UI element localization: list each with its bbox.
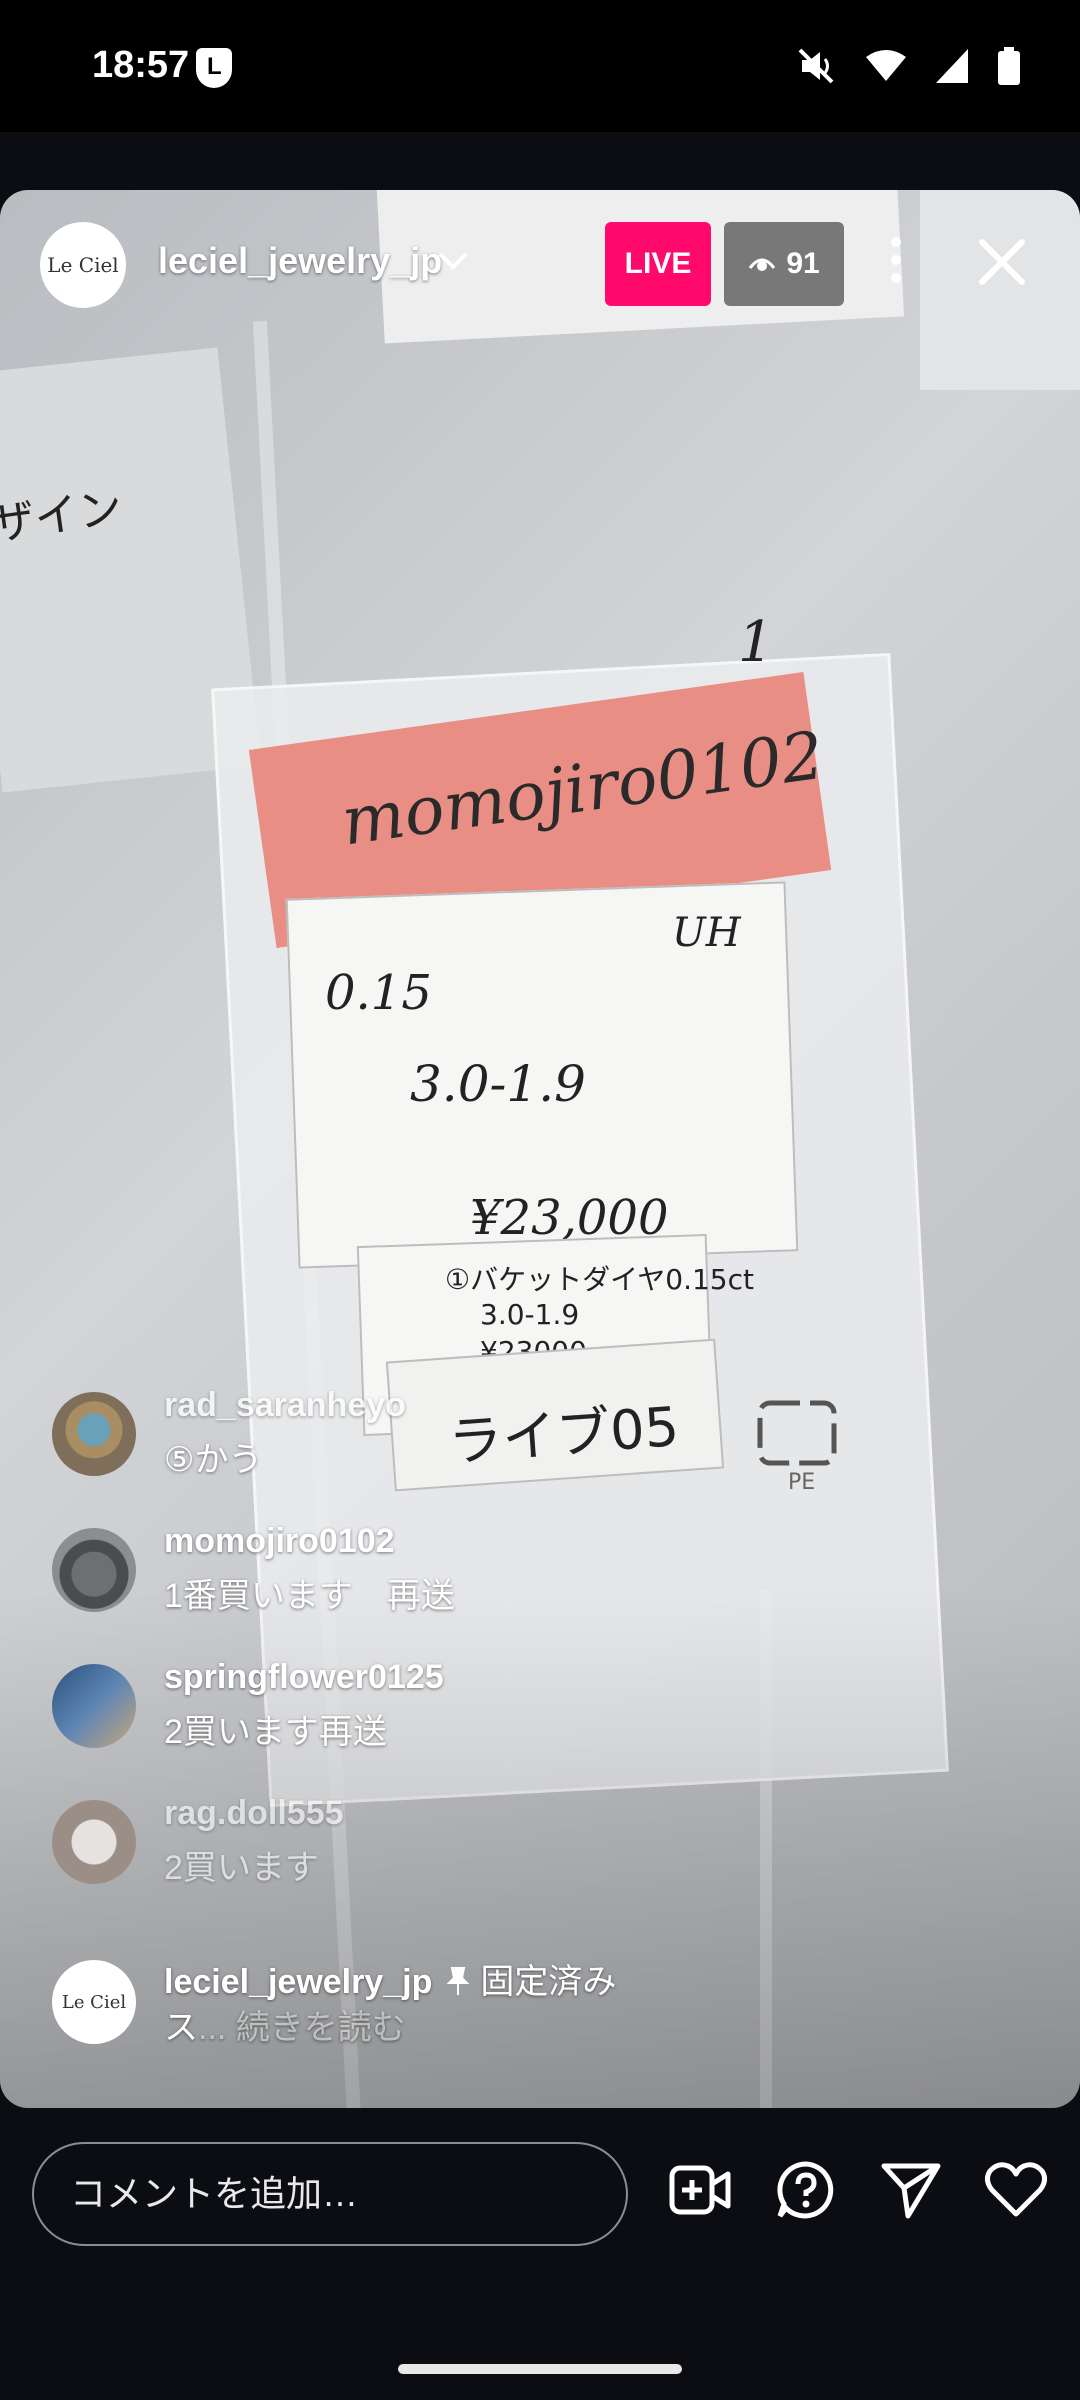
status-bar: 18:57 xyxy=(0,0,1080,132)
comment-item: rad_saranheyo ⑤かう xyxy=(52,1386,952,1486)
card-code: UH xyxy=(672,910,741,956)
battery-icon xyxy=(998,47,1020,85)
status-icons xyxy=(796,46,1020,86)
pinned-comment[interactable]: Le Ciel leciel_jewelry_jp 固定済み ス... 続きを読む xyxy=(52,1954,952,2054)
add-video-icon[interactable] xyxy=(668,2160,734,2220)
avatar[interactable] xyxy=(52,1664,136,1748)
read-more-link[interactable]: ... 続きを読む xyxy=(198,2009,406,2047)
avatar[interactable] xyxy=(52,1528,136,1612)
status-time: 18:57 xyxy=(92,44,190,86)
bottom-bar xyxy=(0,2108,1080,2340)
wifi-icon xyxy=(866,50,906,81)
host-username[interactable]: leciel_jewelry_jp xyxy=(158,240,442,282)
more-options-icon[interactable] xyxy=(880,230,912,290)
host-avatar[interactable]: Le Ciel xyxy=(40,222,126,308)
chevron-down-icon[interactable] xyxy=(436,246,470,276)
comment-text: 1番買います 再送 xyxy=(164,1577,455,1615)
card-carat: 0.15 xyxy=(325,965,432,1021)
host-avatar-small[interactable]: Le Ciel xyxy=(52,1960,136,2044)
pin-icon xyxy=(446,1967,470,1995)
sticky-note-number: 1 xyxy=(738,610,774,675)
comment-text: 2買います再送 xyxy=(164,1713,387,1751)
comment-username[interactable]: momojiro0102 xyxy=(164,1522,395,1561)
question-icon[interactable] xyxy=(776,2160,836,2220)
top-spacer xyxy=(0,132,1080,190)
pinned-comment-text: ス... 続きを読む xyxy=(164,2009,406,2047)
comment-item: momojiro0102 1番買います 再送 xyxy=(52,1522,952,1622)
avatar[interactable] xyxy=(52,1392,136,1476)
comment-username[interactable]: rag.doll555 xyxy=(164,1794,344,1833)
avatar[interactable] xyxy=(52,1800,136,1884)
comment-item: springflower0125 2買います再送 xyxy=(52,1658,952,1758)
pinned-comment-header: leciel_jewelry_jp 固定済み xyxy=(164,1954,616,2003)
comment-text: 2買います xyxy=(164,1849,319,1887)
comment-item: rag.doll555 2買います xyxy=(52,1794,952,1894)
mute-icon xyxy=(798,48,834,84)
pinned-label: 固定済み xyxy=(446,1963,616,2001)
comment-username[interactable]: rad_saranheyo xyxy=(164,1386,406,1425)
shield-icon xyxy=(196,48,232,88)
signal-icon xyxy=(936,49,968,83)
viewer-count: 91 xyxy=(786,247,820,280)
background-paper xyxy=(920,190,1080,390)
comment-text: ⑤かう xyxy=(164,1441,263,1479)
live-video[interactable]: ザイン momojiro0102 1 0.15 UH 3.0-1.9 ¥23,0… xyxy=(0,190,1080,2108)
eye-icon xyxy=(749,258,776,271)
printed-label-line: 3.0-1.9 xyxy=(480,1298,580,1331)
viewer-count-badge[interactable]: 91 xyxy=(724,222,844,306)
card-size: 3.0-1.9 xyxy=(410,1055,586,1113)
send-icon[interactable] xyxy=(880,2160,942,2220)
comment-input[interactable] xyxy=(32,2142,628,2246)
comment-username[interactable]: springflower0125 xyxy=(164,1658,444,1697)
home-indicator[interactable] xyxy=(398,2364,682,2374)
close-icon[interactable] xyxy=(974,234,1030,290)
heart-icon[interactable] xyxy=(984,2160,1048,2218)
comment-username[interactable]: leciel_jewelry_jp xyxy=(164,1963,432,2001)
printed-label-line: ①バケットダイヤ0.15ct xyxy=(445,1263,754,1296)
live-badge: LIVE xyxy=(605,222,711,306)
